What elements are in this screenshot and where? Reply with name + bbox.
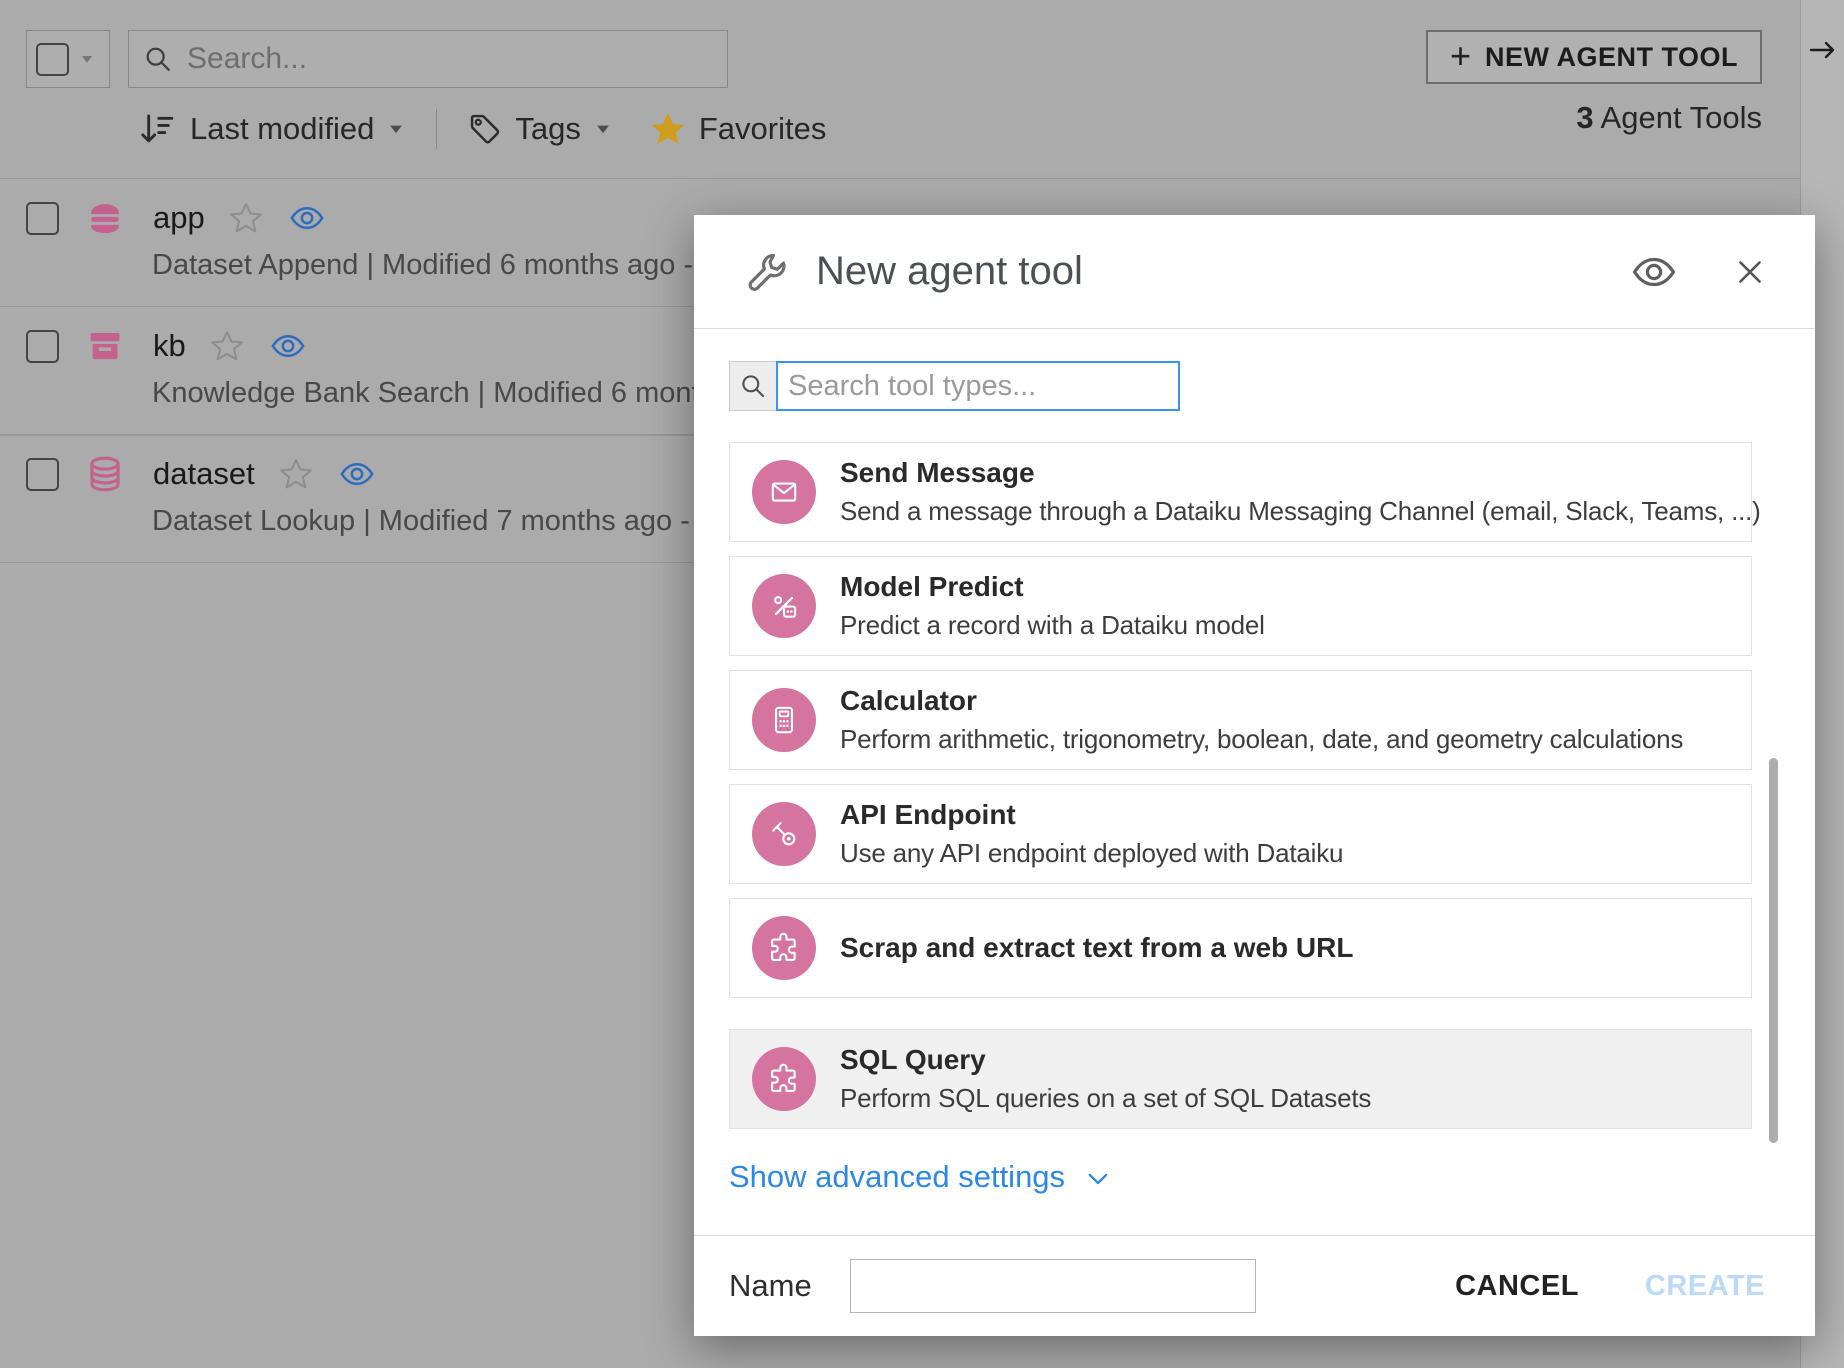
search-icon: [143, 44, 173, 74]
tool-name[interactable]: app: [153, 200, 205, 236]
chevron-down-icon[interactable]: [386, 119, 406, 139]
search-icon-box: [729, 361, 776, 411]
agent-tools-count: 3 Agent Tools: [1576, 100, 1762, 135]
calculator-icon: [767, 703, 801, 737]
modal-title: New agent tool: [816, 249, 1083, 293]
name-label: Name: [729, 1268, 812, 1303]
favorites-filter[interactable]: Favorites: [699, 111, 826, 147]
favorite-star-icon[interactable]: [279, 457, 313, 491]
model-predict-icon: [767, 589, 801, 623]
chevron-down-icon[interactable]: [78, 50, 96, 68]
favorite-star-icon[interactable]: [210, 329, 244, 363]
tool-type-description: Use any API endpoint deployed with Datai…: [840, 838, 1344, 868]
tool-type-badge: [752, 1047, 816, 1111]
tool-name[interactable]: dataset: [153, 456, 255, 492]
tool-type-title: Model Predict: [840, 571, 1024, 602]
list-search-box[interactable]: Search...: [128, 30, 728, 88]
filter-row: Last modified Tags Favorites: [138, 106, 826, 152]
row-checkbox[interactable]: [26, 201, 59, 235]
select-all-checkbox[interactable]: [36, 42, 69, 76]
create-button-disabled[interactable]: CREATE: [1645, 1270, 1765, 1303]
modal-footer: Name CANCEL CREATE: [694, 1235, 1815, 1336]
watch-eye-icon[interactable]: [289, 200, 325, 236]
plugin-puzzle-icon: [767, 931, 801, 965]
tool-type-description: Predict a record with a Dataiku model: [840, 610, 1265, 640]
tool-type-option[interactable]: API Endpoint Use any API endpoint deploy…: [729, 784, 1752, 884]
new-agent-tool-modal: New agent tool Send Message Send a messa…: [694, 215, 1815, 1336]
tag-icon[interactable]: [467, 111, 503, 147]
collapse-panel-arrow-icon[interactable]: [1801, 34, 1844, 66]
tool-type-title: API Endpoint: [840, 799, 1016, 830]
tool-type-search: [729, 361, 1180, 411]
tool-type-badge: [752, 802, 816, 866]
chevron-down-icon[interactable]: [593, 119, 613, 139]
tool-type-search-input[interactable]: [776, 361, 1180, 411]
close-icon[interactable]: [1733, 255, 1767, 289]
tool-name[interactable]: kb: [153, 328, 186, 364]
tags-dropdown[interactable]: Tags: [515, 111, 580, 147]
wrench-icon: [744, 249, 790, 295]
envelope-icon: [767, 475, 801, 509]
chevron-down-icon: [1085, 1166, 1111, 1192]
sort-dropdown[interactable]: Last modified: [190, 111, 374, 147]
modal-header: New agent tool: [694, 215, 1815, 329]
tool-type-option[interactable]: Send Message Send a message through a Da…: [729, 442, 1761, 542]
list-search-placeholder: Search...: [187, 42, 308, 75]
tool-type-title: Scrap and extract text from a web URL: [840, 932, 1354, 963]
tool-type-option[interactable]: SQL Query Perform SQL queries on a set o…: [729, 1029, 1752, 1129]
row-checkbox[interactable]: [26, 329, 59, 363]
api-endpoint-icon: [767, 817, 801, 851]
cancel-button[interactable]: CANCEL: [1455, 1270, 1579, 1303]
tool-type-title: SQL Query: [840, 1044, 986, 1075]
show-advanced-settings-link[interactable]: Show advanced settings: [729, 1159, 1111, 1195]
tool-type-description: Perform SQL queries on a set of SQL Data…: [840, 1083, 1372, 1113]
tool-type-option[interactable]: Scrap and extract text from a web URL: [729, 898, 1752, 998]
tool-type-description: Send a message through a Dataiku Messagi…: [840, 496, 1761, 526]
watch-eye-icon[interactable]: [270, 328, 306, 364]
tool-type-badge: [752, 460, 816, 524]
modal-scrollbar-thumb[interactable]: [1769, 758, 1778, 1143]
favorite-star-icon[interactable]: [229, 201, 263, 235]
tool-type-badge: [752, 916, 816, 980]
app-icon: [83, 196, 127, 240]
watch-eye-icon[interactable]: [339, 456, 375, 492]
preview-eye-icon[interactable]: [1631, 249, 1677, 295]
search-icon: [739, 372, 767, 400]
plus-icon: +: [1449, 34, 1471, 76]
dataset-icon: [83, 452, 127, 496]
new-agent-tool-button[interactable]: + NEW AGENT TOOL: [1425, 30, 1762, 84]
tool-type-title: Calculator: [840, 685, 977, 716]
tool-type-badge: [752, 574, 816, 638]
favorites-star-icon[interactable]: [649, 110, 687, 148]
tool-type-description: Perform arithmetic, trigonometry, boolea…: [840, 724, 1684, 754]
plugin-puzzle-icon: [767, 1062, 801, 1096]
row-checkbox[interactable]: [26, 457, 59, 491]
tool-type-title: Send Message: [840, 457, 1035, 488]
tool-type-badge: [752, 688, 816, 752]
sort-icon[interactable]: [138, 110, 176, 148]
divider: [436, 109, 438, 149]
select-all-control[interactable]: [26, 30, 110, 88]
knowledge-bank-icon: [83, 324, 127, 368]
tool-type-option[interactable]: Model Predict Predict a record with a Da…: [729, 556, 1752, 656]
tool-type-option[interactable]: Calculator Perform arithmetic, trigonome…: [729, 670, 1752, 770]
name-input[interactable]: [849, 1259, 1256, 1313]
